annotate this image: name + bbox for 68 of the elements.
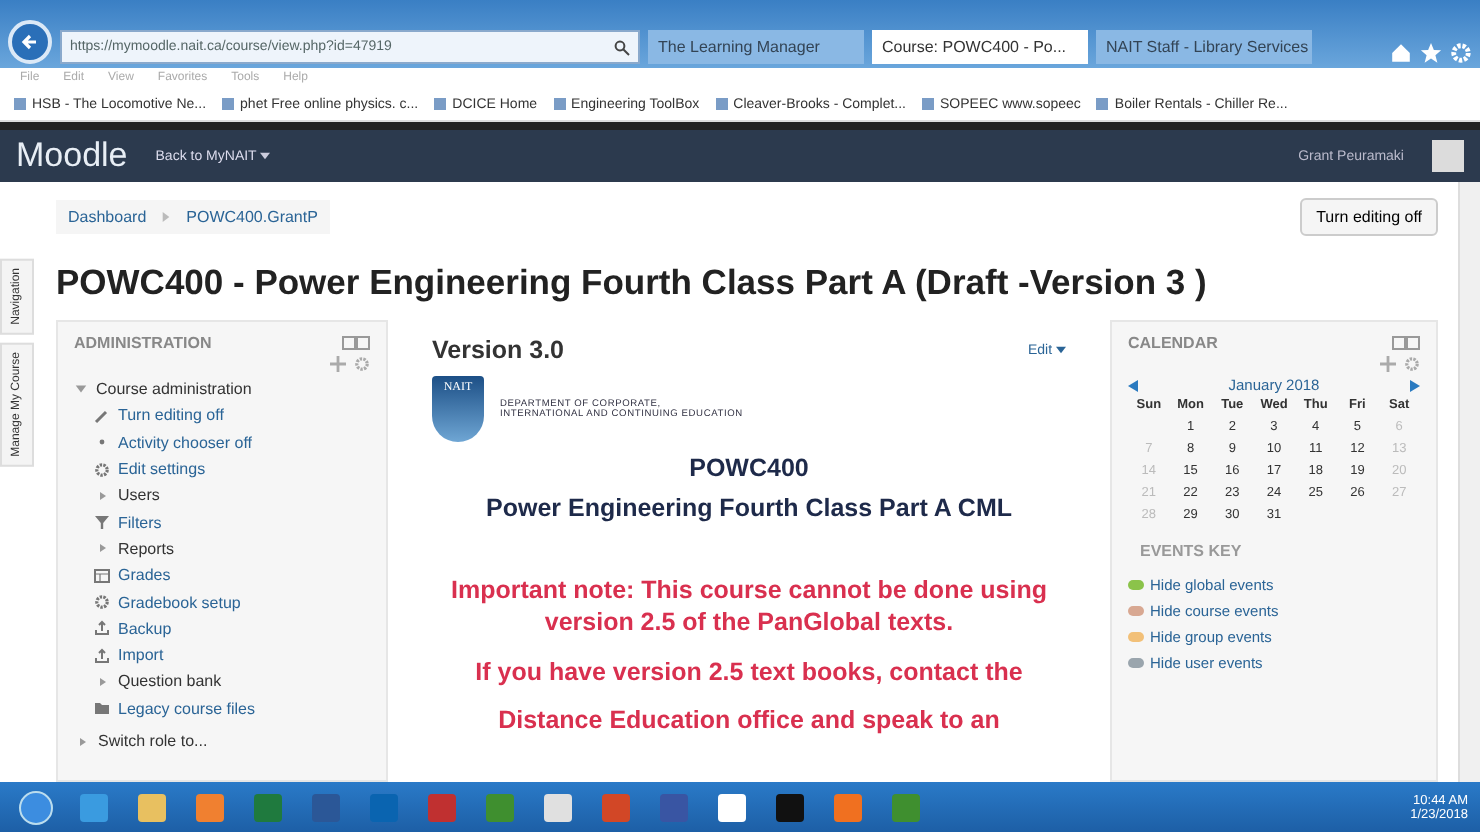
page-icon: [920, 96, 936, 112]
page-icon: [551, 96, 568, 112]
block-title: ADMINISTRATION: [74, 334, 212, 352]
tree-item[interactable]: Question bank: [118, 672, 222, 691]
scrollbar[interactable]: [1458, 182, 1480, 782]
gear-icon: [94, 461, 110, 478]
browser-tab[interactable]: The Learning Manager: [648, 30, 864, 64]
tree-item[interactable]: Gradebook setup: [118, 593, 241, 612]
caret-down-icon: [1056, 345, 1066, 353]
search-icon: [614, 39, 630, 55]
tree-item[interactable]: Grades: [118, 566, 171, 585]
tree-item[interactable]: Legacy course files: [118, 699, 255, 718]
caret-icon: [94, 673, 110, 690]
dock-icon[interactable]: [1392, 336, 1420, 350]
important-note: Important note: This course cannot be done using version 2.5 of the PanGlobal texts.: [449, 574, 1049, 639]
caret-icon: [94, 487, 110, 504]
block-title: CALENDAR: [1128, 334, 1218, 352]
home-icon[interactable]: [1390, 42, 1412, 64]
breadcrumb-link[interactable]: Dashboard: [68, 207, 147, 225]
tree-item[interactable]: Course administration: [96, 380, 252, 399]
moodle-logo[interactable]: Moodle: [16, 136, 128, 176]
tray-icon: [94, 647, 110, 664]
tree-item[interactable]: Users: [118, 486, 160, 505]
events-key-title: EVENTS KEY: [1140, 542, 1244, 560]
course-name: Power Engineering Fourth Class Part A CML: [486, 494, 1012, 522]
section-title: Version 3.0: [432, 336, 565, 364]
previous-month-button[interactable]: [1128, 379, 1138, 391]
dock-icon[interactable]: [342, 336, 370, 350]
separator-icon: [162, 211, 171, 221]
page-icon: [12, 96, 28, 112]
page-icon: [713, 96, 730, 112]
tree-item[interactable]: Backup: [118, 619, 172, 638]
breadcrumb-link[interactable]: POWC400.GrantP: [186, 207, 318, 225]
tree-item[interactable]: Turn editing off: [118, 406, 224, 425]
caret-icon: [74, 733, 90, 749]
caret-down-icon: [260, 151, 271, 159]
caret-icon: [94, 540, 110, 557]
page-title: POWC400 - Power Engineering Fourth Class Part A (Draft -Version 3 ): [56, 262, 1209, 304]
settings-icon[interactable]: [1450, 42, 1472, 64]
tree-item[interactable]: Edit settings: [118, 460, 206, 479]
important-note: Distance Education office and speak to an: [498, 703, 1000, 736]
back-button[interactable]: [8, 20, 52, 64]
tree-item[interactable]: Reports: [118, 539, 175, 558]
tree-item[interactable]: Activity chooser off: [118, 433, 252, 452]
gear-icon[interactable]: [354, 356, 370, 372]
move-icon[interactable]: [330, 356, 346, 372]
gear-icon: [94, 594, 110, 611]
next-month-button[interactable]: [1409, 379, 1420, 391]
page-icon: [432, 96, 449, 112]
page-icon: [220, 96, 237, 112]
filter-icon: [94, 514, 110, 531]
tray-icon: [94, 620, 110, 637]
tree-item[interactable]: Filters: [118, 513, 162, 532]
arrow-left-icon: [20, 32, 40, 52]
course-code: POWC400: [689, 454, 809, 482]
pencil-icon: [94, 407, 110, 424]
table-icon: [94, 567, 110, 584]
move-icon[interactable]: [1380, 356, 1396, 372]
caret-down-icon: [74, 382, 88, 397]
important-note: If you have version 2.5 text books, contact the: [475, 655, 1023, 688]
tree-item[interactable]: Switch role to...: [98, 732, 208, 750]
browser-tab[interactable]: NAIT Staff - Library Services: [1096, 30, 1312, 64]
browser-tab[interactable]: Course: POWC400 - Po...: [872, 30, 1088, 64]
edit-mode-button[interactable]: Turn editing off: [1300, 197, 1438, 235]
page-icon: [1094, 96, 1111, 112]
tree-item[interactable]: Import: [118, 646, 164, 665]
star-icon[interactable]: [1420, 42, 1442, 64]
gear-icon[interactable]: [1404, 356, 1420, 372]
